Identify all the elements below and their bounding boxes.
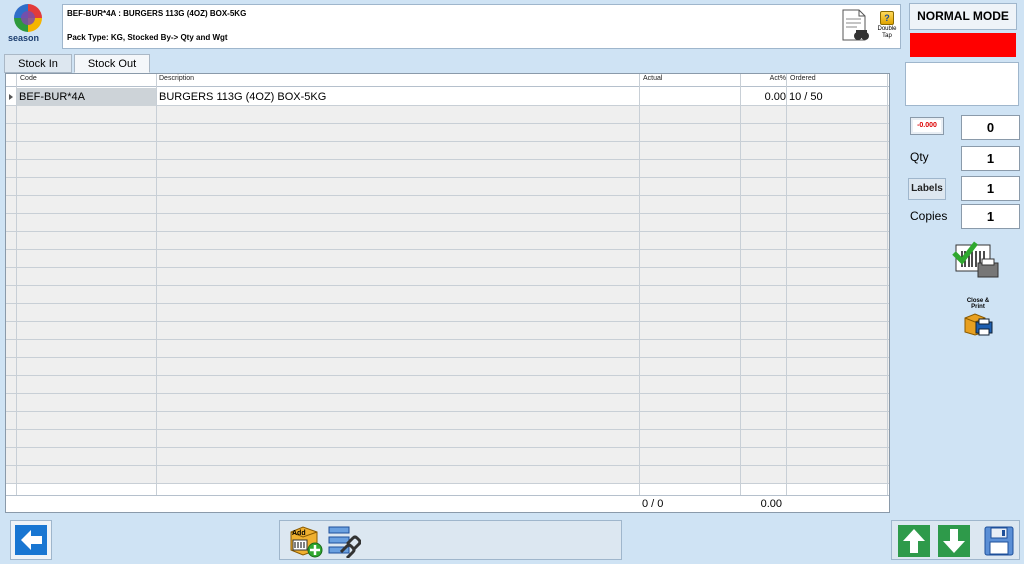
cell-ordered[interactable]: 10 / 50 [789,88,823,106]
grid-rows: BEF-BUR*4A BURGERS 113G (4OZ) BOX-5KG 0.… [6,88,889,484]
cell-description[interactable]: BURGERS 113G (4OZ) BOX-5KG [159,88,326,106]
close-print-label: Close & Print [966,298,990,310]
message-panel [905,62,1019,106]
grid-header: Code Description Actual Act% Ordered [6,74,889,87]
season-logo: season [4,4,58,48]
header-code[interactable]: Code [20,75,37,82]
table-row[interactable] [6,286,889,304]
header-description[interactable]: Description [159,75,194,82]
table-row[interactable] [6,214,889,232]
table-row[interactable] [6,376,889,394]
labels-button[interactable]: Labels [908,178,946,200]
row-selector-icon [9,94,13,100]
arrow-down-icon [943,529,965,553]
table-row[interactable] [6,250,889,268]
qty-label: Qty [910,150,929,164]
labels-field[interactable]: 1 [961,176,1020,201]
navigation-panel [891,520,1020,560]
table-row[interactable] [6,412,889,430]
action-toolbar: Add [279,520,622,560]
table-row[interactable] [6,232,889,250]
weight-field[interactable]: 0 [961,115,1020,140]
logo-icon [14,4,42,32]
double-tap-button[interactable]: ? Double Tap [875,11,899,47]
table-row[interactable] [6,142,889,160]
add-barcode-icon[interactable]: Add [289,524,323,558]
tab-stock-in[interactable]: Stock In [4,54,72,73]
qty-field[interactable]: 1 [961,146,1020,171]
arrow-up-icon [903,529,925,553]
logo-text: season [8,33,40,43]
tab-stock-out[interactable]: Stock Out [74,54,150,73]
table-row[interactable] [6,430,889,448]
table-row[interactable] [6,394,889,412]
table-row[interactable] [6,340,889,358]
pack-info: Pack Type: KG, Stocked By-> Qty and Wgt [67,33,228,42]
normal-mode-button[interactable]: NORMAL MODE [909,3,1017,30]
grid-footer: 0 / 0 0.00 [6,495,889,512]
table-row[interactable] [6,358,889,376]
product-info-panel: BEF-BUR*4A : BURGERS 113G (4OZ) BOX-5KG … [62,4,901,49]
table-row[interactable] [6,448,889,466]
table-row[interactable] [6,466,889,484]
help-icon: ? [880,11,894,25]
table-row[interactable] [6,160,889,178]
floppy-save-icon[interactable] [983,525,1015,557]
close-and-print-button[interactable]: Close & Print [960,298,996,336]
negative-weight-button[interactable]: -0.000 [910,117,944,135]
move-up-button[interactable] [898,525,930,557]
cell-act-pct[interactable]: 0.00 [742,88,786,106]
table-row[interactable] [6,322,889,340]
copies-label: Copies [910,209,948,223]
cell-code[interactable]: BEF-BUR*4A [17,88,156,106]
table-row[interactable] [6,106,889,124]
copies-field[interactable]: 1 [961,204,1020,229]
header-act-pct[interactable]: Act% [768,75,786,82]
table-row[interactable] [6,304,889,322]
stock-grid[interactable]: Code Description Actual Act% Ordered BEF… [5,73,890,513]
table-row[interactable] [6,268,889,286]
table-row[interactable]: BEF-BUR*4A BURGERS 113G (4OZ) BOX-5KG 0.… [6,88,889,106]
table-row[interactable] [6,124,889,142]
back-button[interactable] [10,520,52,560]
back-arrow-icon [21,530,42,550]
header-actual[interactable]: Actual [643,75,662,82]
document-search-icon[interactable] [841,9,869,43]
move-down-button[interactable] [938,525,970,557]
status-bar [910,33,1016,57]
add-icon-label: Add [292,530,306,537]
table-row[interactable] [6,178,889,196]
product-title: BEF-BUR*4A : BURGERS 113G (4OZ) BOX-5KG [67,9,247,18]
print-labels-icon[interactable] [952,239,1000,281]
close-print-icon [964,313,993,336]
double-tap-label: Double Tap [877,26,897,39]
footer-actual: 0 / 0 [642,498,664,510]
footer-act-pct: 0.00 [760,498,782,510]
header-ordered[interactable]: Ordered [790,75,816,82]
table-row[interactable] [6,196,889,214]
link-items-icon[interactable] [327,524,361,558]
